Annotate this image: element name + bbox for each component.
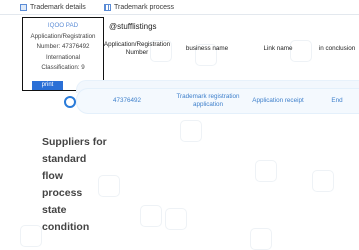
watermark-icon [180, 120, 202, 142]
row-business: Trademark registration application [167, 93, 249, 108]
watermark-icon [140, 205, 162, 227]
watermark-icon [250, 228, 272, 250]
classification-value: Classification: 9 [41, 64, 85, 71]
side-title-line: standard [42, 153, 87, 165]
row-conclusion: End [331, 97, 343, 104]
watermark-icon [165, 208, 187, 230]
header-link-name: Link name [263, 45, 293, 52]
side-title-line: condition [42, 221, 90, 233]
side-title: Suppliers for standard flow process stat… [42, 134, 112, 236]
tab-bar: Trademark details Trademark process [0, 0, 359, 15]
tab-label: Trademark process [114, 3, 175, 11]
tab-trademark-details[interactable]: Trademark details [20, 0, 86, 14]
side-title-line: Suppliers for [42, 136, 107, 148]
row-link: Application receipt [252, 97, 304, 104]
classification-label: International [45, 53, 81, 61]
document-icon [20, 3, 27, 11]
header-business-name: business name [185, 45, 229, 52]
row-business-line2: application [192, 100, 224, 108]
side-title-line: process [42, 187, 83, 199]
header-reg-number: Application/Registration Number [103, 41, 171, 57]
watermark-icon [20, 225, 42, 247]
store-name: @stufflistings [109, 22, 157, 31]
watermark-icon [255, 160, 277, 182]
trademark-name: IQOO PAD [47, 22, 79, 29]
print-button[interactable]: print [32, 81, 63, 90]
row-business-line1: Trademark registration [176, 93, 240, 100]
header-reg-line1: Application/Registration [103, 41, 171, 48]
table-row: 47376492 Trademark registration applicat… [76, 88, 359, 114]
tab-trademark-process[interactable]: Trademark process [104, 0, 174, 14]
timeline-node-icon [64, 96, 76, 108]
header-reg-line2: Number [125, 49, 149, 56]
reg-number-label: Application/Registration [30, 32, 96, 40]
tab-label: Trademark details [30, 3, 86, 11]
watermark-icon [312, 170, 334, 192]
header-conclusion: in conclusion [318, 45, 356, 52]
process-icon [104, 3, 111, 11]
side-title-line: flow [42, 170, 63, 182]
side-title-line: state [42, 204, 67, 216]
reg-number-value: Number: 47376492 [36, 43, 90, 50]
row-number: 47376492 [112, 97, 142, 104]
